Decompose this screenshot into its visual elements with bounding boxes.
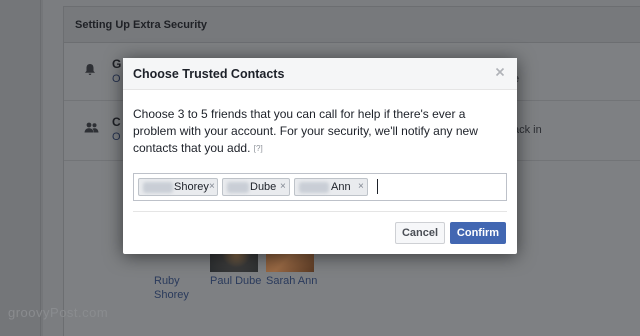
dialog-divider [133, 211, 507, 212]
token-label: Ann [331, 181, 351, 193]
blurred-name [299, 182, 329, 193]
trusted-contacts-dialog: Choose Trusted Contacts Choose 3 to 5 fr… [123, 58, 517, 254]
help-link[interactable]: [?] [254, 144, 263, 153]
friend-token-input[interactable]: Shorey × Dube × Ann × [133, 173, 507, 201]
left-rail [0, 0, 43, 336]
section-title: Setting Up Extra Security [75, 19, 208, 31]
left-rail-divider [40, 0, 41, 336]
row-2-link-fragment: O [112, 131, 121, 143]
friend-token: Dube × [222, 178, 290, 196]
dialog-title: Choose Trusted Contacts [133, 67, 285, 81]
friend-name: Paul Dube [210, 275, 262, 287]
remove-token-icon[interactable]: × [280, 179, 286, 195]
watermark: groovyPost.com [8, 305, 109, 320]
text-caret [377, 179, 378, 194]
cancel-button[interactable]: Cancel [395, 222, 445, 244]
row-2-title-fragment: C [112, 115, 121, 129]
dialog-header: Choose Trusted Contacts [123, 58, 517, 90]
row-1-title-fragment: G [112, 57, 122, 71]
blurred-name [227, 182, 249, 193]
close-icon[interactable] [493, 65, 507, 79]
token-label: Dube [250, 181, 277, 193]
token-label: Shorey [174, 181, 209, 193]
bell-icon [84, 63, 96, 79]
blurred-name [143, 182, 173, 193]
remove-token-icon[interactable]: × [358, 179, 364, 195]
people-icon [84, 121, 99, 136]
row-1-link-fragment: O [112, 73, 121, 85]
confirm-button[interactable]: Confirm [450, 222, 506, 244]
security-panel-header: Setting Up Extra Security [64, 7, 640, 43]
dialog-description: Choose 3 to 5 friends that you can call … [133, 106, 505, 157]
friend-token: Shorey × [138, 178, 218, 196]
row-2-right-fragment: ack in [513, 124, 542, 136]
friend-token: Ann × [294, 178, 368, 196]
remove-token-icon[interactable]: × [209, 179, 215, 195]
description-text: Choose 3 to 5 friends that you can call … [133, 107, 478, 155]
friend-name: Sarah Ann [266, 275, 318, 287]
friend-name: Ruby Shorey [154, 275, 189, 301]
